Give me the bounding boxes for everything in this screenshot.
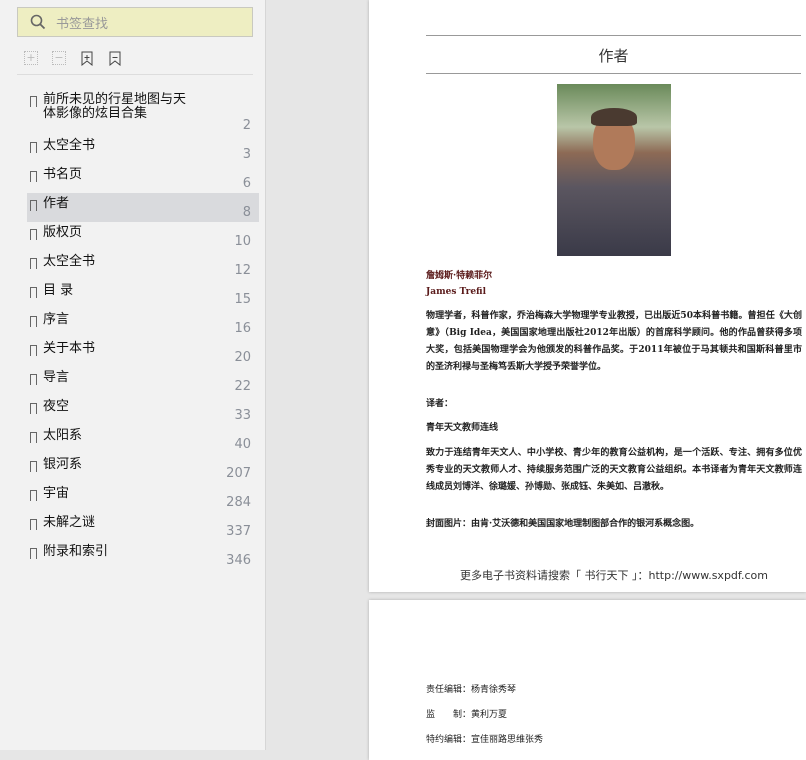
bookmark-item[interactable]: 夜空 33 [27, 396, 259, 425]
bookmark-page-number: 15 [234, 292, 251, 307]
bookmark-page-number: 20 [234, 350, 251, 365]
bookmark-label: 目 录 [43, 283, 74, 298]
bookmark-sidebar: 书签查找 + − 前所未见的行星地图与天体影像的炫目合集 2 太空全书 3 书名页 6 作者… [0, 0, 266, 750]
cover-credit: 封面图片：由肯·艾沃德和美国国家地理制图部合作的银河系概念图。 [426, 519, 700, 529]
bookmark-item[interactable]: 导言 22 [27, 367, 259, 396]
bookmark-item[interactable]: 太空全书 3 [27, 135, 259, 164]
bookmark-icon [30, 432, 37, 443]
bookmark-item[interactable]: 前所未见的行星地图与天体影像的炫目合集 2 [27, 89, 259, 135]
editor-line: 责任编辑：杨青徐秀琴 [426, 685, 517, 695]
author-name-en: James Trefil [426, 287, 487, 297]
bookmark-page-number: 40 [234, 437, 251, 452]
remove-bookmark-icon[interactable] [108, 51, 122, 67]
expand-all-icon[interactable]: + [24, 51, 38, 65]
bookmark-icon [30, 403, 37, 414]
bookmark-list: 前所未见的行星地图与天体影像的炫目合集 2 太空全书 3 书名页 6 作者 8 版权页 10 太空全… [27, 89, 259, 570]
translator-name: 青年天文教师连线 [426, 423, 499, 433]
bookmark-page-number: 346 [226, 553, 251, 568]
bookmark-item[interactable]: 太阳系 40 [27, 425, 259, 454]
page-copyright: 责任编辑：杨青徐秀琴 监 制：黄利万夏 特约编辑：宣佳丽路思维张秀 [369, 600, 806, 760]
bookmark-page-number: 2 [242, 118, 251, 133]
author-name-cn: 詹姆斯·特赖菲尔 [426, 271, 493, 281]
bookmark-label: 太空全书 [43, 138, 96, 153]
bookmark-label: 前所未见的行星地图与天体影像的炫目合集 [43, 92, 187, 121]
bookmark-page-number: 33 [234, 408, 251, 423]
bookmark-icon [30, 316, 37, 327]
bookmark-icon [30, 287, 37, 298]
bookmark-page-number: 10 [234, 234, 251, 249]
bookmark-item[interactable]: 太空全书 12 [27, 251, 259, 280]
bookmark-page-number: 8 [242, 205, 251, 220]
bookmark-item[interactable]: 版权页 10 [27, 222, 259, 251]
bookmark-item[interactable]: 未解之谜 337 [27, 512, 259, 541]
bookmark-icon [30, 142, 37, 153]
bookmark-item[interactable]: 附录和索引 346 [27, 541, 259, 570]
bookmark-label: 关于本书 [43, 341, 96, 356]
bookmark-icon [30, 171, 37, 182]
divider [17, 74, 253, 75]
bookmark-label: 太空全书 [43, 254, 96, 269]
bookmark-search-input[interactable]: 书签查找 [17, 7, 253, 37]
bookmark-item[interactable]: 序言 16 [27, 309, 259, 338]
search-placeholder: 书签查找 [56, 16, 109, 32]
bookmark-item[interactable]: 作者 8 [27, 193, 259, 222]
bookmark-icon [30, 490, 37, 501]
bookmark-label: 序言 [43, 312, 70, 327]
bookmark-icon [30, 229, 37, 240]
heading-rule-top [426, 35, 801, 36]
special-editor-line: 特约编辑：宣佳丽路思维张秀 [426, 735, 544, 745]
bookmark-icon [30, 548, 37, 559]
bookmark-icon [30, 461, 37, 472]
bookmark-page-number: 207 [226, 466, 251, 481]
heading-rule-bottom [426, 73, 801, 74]
search-icon [30, 14, 46, 30]
translator-desc: 致力于连结青年天文人、中小学校、青少年的教育公益机构，是一个活跃、专注、拥有多位… [426, 448, 802, 492]
bookmark-page-number: 3 [242, 147, 251, 162]
bookmark-page-number: 6 [242, 176, 251, 191]
bookmark-icon [30, 374, 37, 385]
bookmark-page-number: 337 [226, 524, 251, 539]
page-heading: 作者 [598, 47, 629, 65]
bookmark-label: 太阳系 [43, 428, 83, 443]
author-bio: 物理学者，科普作家，乔治梅森大学物理学专业教授，已出版近50本科普书籍。曾担任《… [426, 311, 802, 372]
bookmark-label: 版权页 [43, 225, 83, 240]
collapse-all-icon[interactable]: − [52, 51, 66, 65]
bookmark-icon [30, 345, 37, 356]
bookmark-item[interactable]: 银河系 207 [27, 454, 259, 483]
bookmark-page-number: 284 [226, 495, 251, 510]
bookmark-item[interactable]: 关于本书 20 [27, 338, 259, 367]
footer-link-text: 更多电子书资料请搜索「 书行天下 」：http://www.sxpdf.com [460, 569, 768, 582]
bookmark-label: 书名页 [43, 167, 83, 182]
bookmark-item[interactable]: 宇宙 284 [27, 483, 259, 512]
bookmark-icon [30, 519, 37, 530]
document-viewer[interactable]: 作者 詹姆斯·特赖菲尔 James Trefil 物理学者，科普作家，乔治梅森大… [267, 0, 806, 760]
bookmark-label: 夜空 [43, 399, 70, 414]
bookmark-page-number: 12 [234, 263, 251, 278]
bookmark-label: 导言 [43, 370, 70, 385]
page-author: 作者 詹姆斯·特赖菲尔 James Trefil 物理学者，科普作家，乔治梅森大… [369, 0, 806, 592]
bookmark-item[interactable]: 书名页 6 [27, 164, 259, 193]
bookmark-item[interactable]: 目 录 15 [27, 280, 259, 309]
bookmark-page-number: 16 [234, 321, 251, 336]
bookmark-page-number: 22 [234, 379, 251, 394]
bookmark-icon [30, 258, 37, 269]
translator-label: 译者： [426, 399, 454, 409]
add-bookmark-icon[interactable] [80, 51, 94, 67]
author-photo [557, 84, 671, 256]
bookmark-label: 作者 [43, 196, 70, 211]
bookmark-icon [30, 200, 37, 211]
bookmark-icon [30, 96, 37, 107]
supervisor-line: 监 制：黄利万夏 [426, 710, 508, 720]
